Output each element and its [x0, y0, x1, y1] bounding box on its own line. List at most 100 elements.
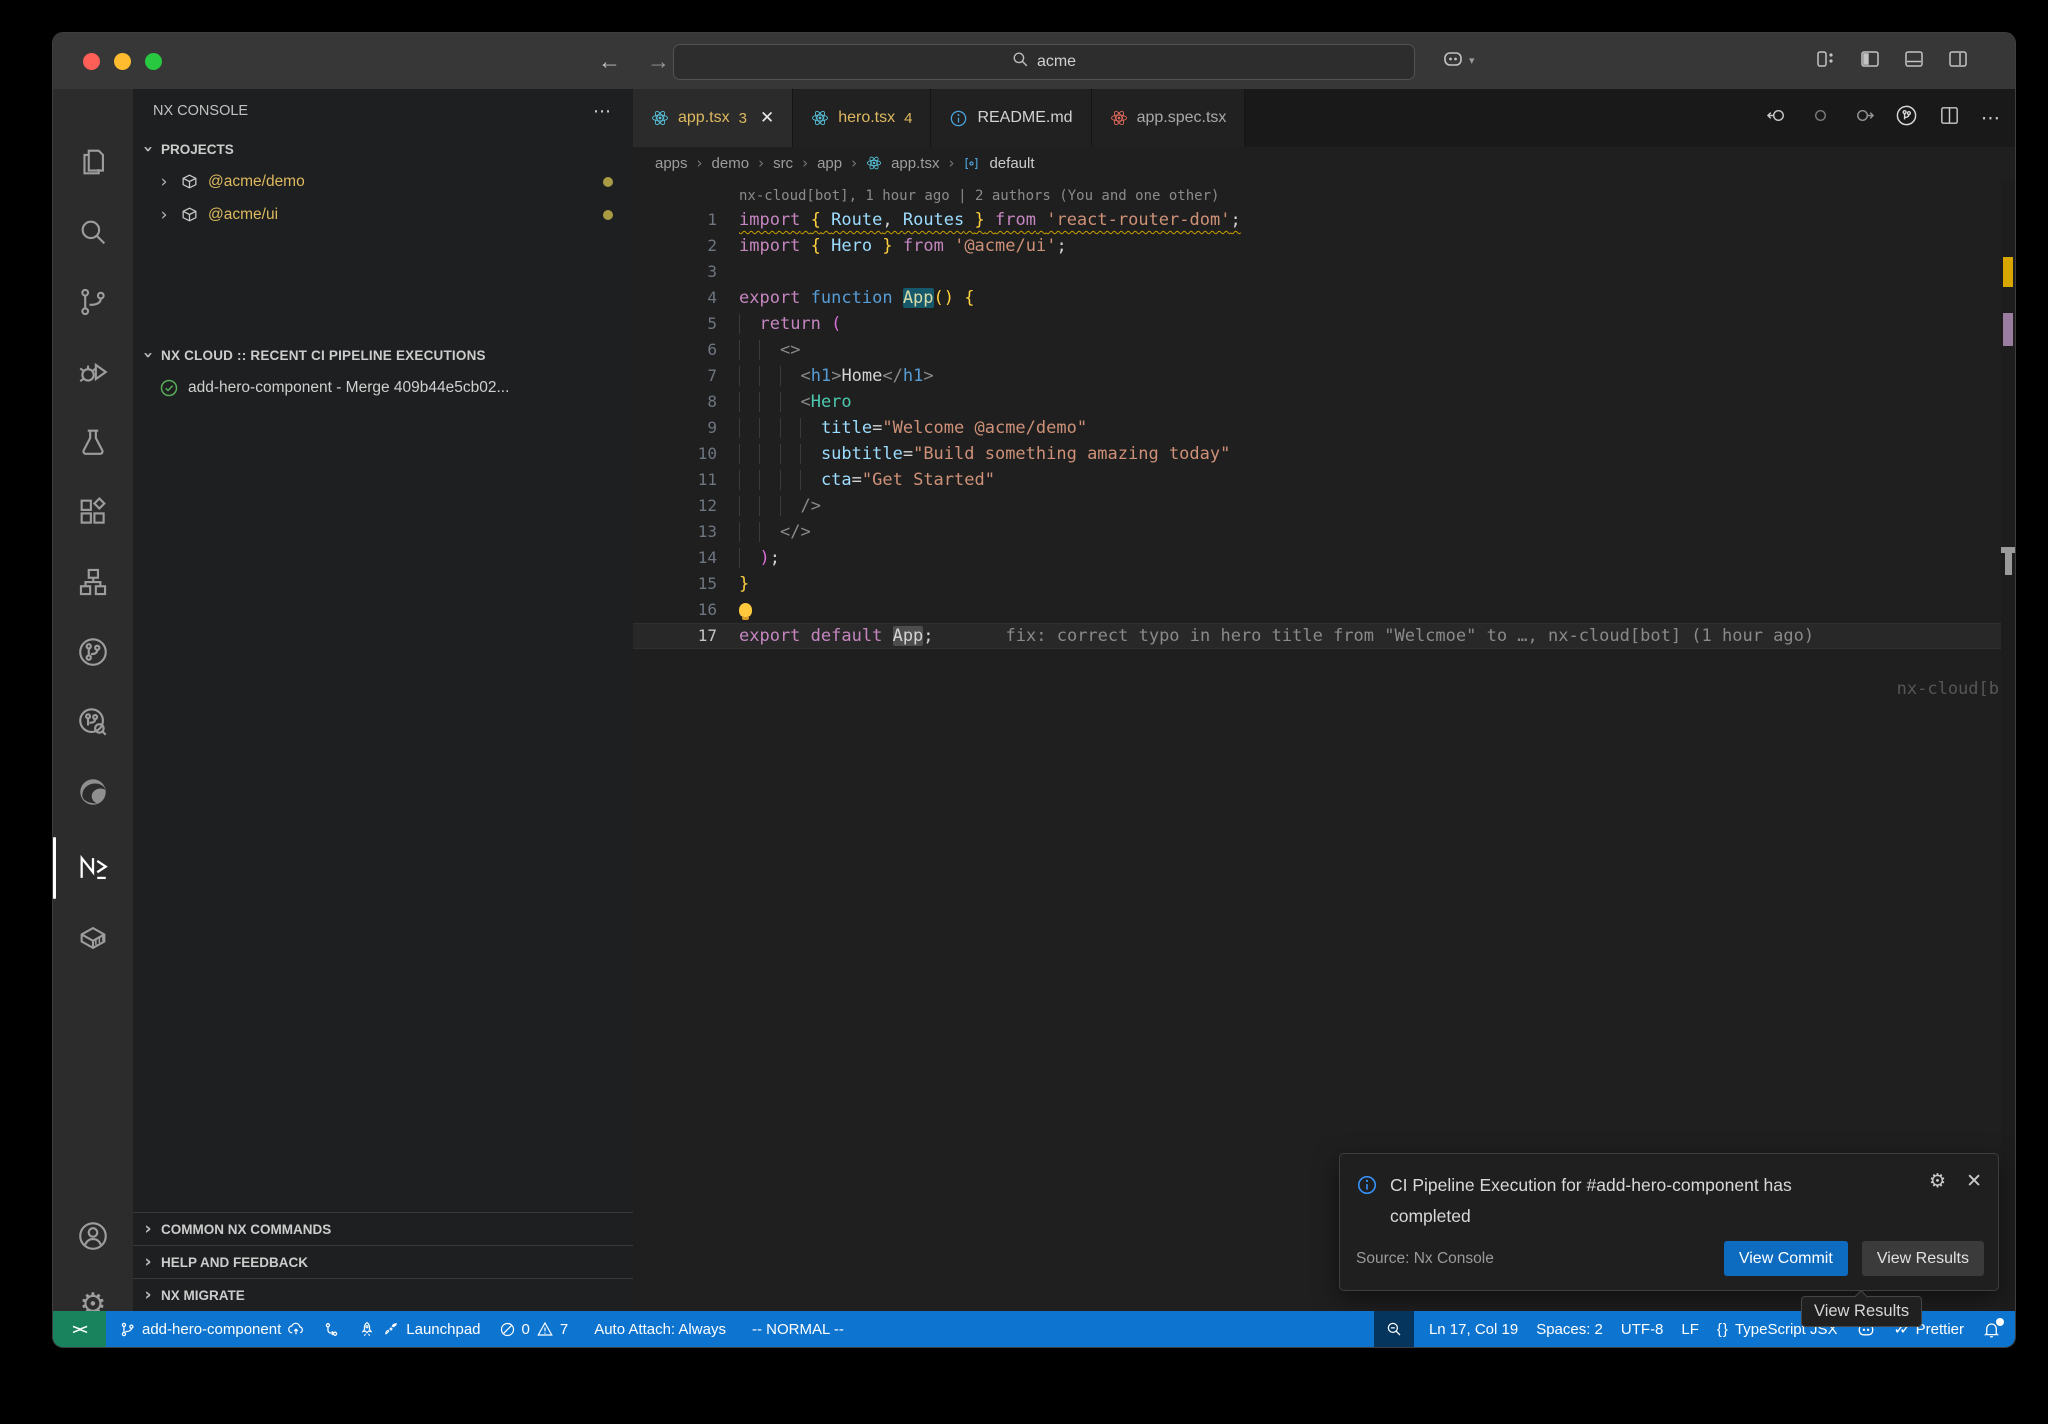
notification-close-icon[interactable]: ✕: [1966, 1170, 1982, 1232]
close-window-button[interactable]: [83, 53, 100, 70]
projects-section-header[interactable]: › PROJECTS: [133, 133, 633, 165]
code-line[interactable]: 17export default App;fix: correct typo i…: [633, 623, 2015, 649]
indentation-status-item[interactable]: Spaces: 2: [1527, 1311, 1612, 1347]
lightbulb-icon[interactable]: [739, 603, 752, 617]
project-item-acme-ui[interactable]: › @acme/ui: [133, 198, 633, 231]
hierarchy-view-icon[interactable]: [53, 555, 133, 609]
toggle-panel-icon[interactable]: [1903, 48, 1925, 75]
code-line[interactable]: 12 />: [633, 493, 2015, 519]
code-line[interactable]: 11 cta="Get Started": [633, 467, 2015, 493]
code-line[interactable]: 1import { Route, Routes } from 'react-ro…: [633, 207, 2015, 233]
container-tools-icon[interactable]: [53, 911, 133, 965]
code-token: ;: [1230, 210, 1240, 230]
minimize-window-button[interactable]: [114, 53, 131, 70]
copilot-icon: [1441, 46, 1465, 75]
common-nx-commands-section[interactable]: › COMMON NX COMMANDS: [133, 1212, 633, 1245]
auto-attach-status-item[interactable]: Auto Attach: Always: [585, 1311, 735, 1347]
code-line[interactable]: 3: [633, 259, 2015, 285]
notification-settings-icon[interactable]: ⚙: [1929, 1170, 1946, 1232]
run-debug-icon[interactable]: [53, 345, 133, 399]
tab-app-tsx[interactable]: app.tsx 3 ✕: [633, 89, 793, 147]
extensions-icon[interactable]: [53, 485, 133, 539]
forward-button[interactable]: →: [647, 48, 670, 75]
change-mark: [2003, 313, 2013, 346]
pipeline-execution-item[interactable]: add-hero-component - Merge 409b44e5cb02.…: [133, 371, 633, 404]
codelens-blame[interactable]: nx-cloud[bot], 1 hour ago | 2 authors (Y…: [633, 185, 2015, 207]
sidebar-more-actions-icon[interactable]: ⋯: [593, 101, 613, 122]
overview-ruler[interactable]: [2001, 179, 2015, 1311]
tab-app-spec-tsx[interactable]: app.spec.tsx: [1092, 89, 1246, 147]
customize-layout-icon[interactable]: [1815, 48, 1837, 75]
code-area[interactable]: nx-cloud[bot], 1 hour ago | 2 authors (Y…: [633, 179, 2015, 1311]
vim-mode-status-item[interactable]: -- NORMAL --: [743, 1311, 853, 1347]
edge-tools-icon[interactable]: [53, 765, 133, 819]
back-button[interactable]: ←: [598, 48, 621, 75]
code-token: "Build something amazing today": [913, 444, 1230, 464]
problems-badge: 3: [739, 110, 747, 127]
nx-migrate-section[interactable]: › NX MIGRATE: [133, 1278, 633, 1311]
tab-hero-tsx[interactable]: hero.tsx 4: [793, 89, 931, 147]
project-item-acme-demo[interactable]: › @acme/demo: [133, 165, 633, 198]
notifications-bell-item[interactable]: [1973, 1311, 2015, 1347]
inspect-graph-icon[interactable]: [53, 695, 133, 749]
close-tab-icon[interactable]: ✕: [760, 108, 774, 128]
breadcrumb-item[interactable]: demo: [712, 155, 750, 172]
more-actions-icon[interactable]: ⋯: [1981, 107, 2001, 130]
code-line[interactable]: 16: [633, 597, 2015, 623]
code-line[interactable]: 6 <>: [633, 337, 2015, 363]
command-center-search[interactable]: acme: [673, 44, 1415, 80]
breadcrumb-item[interactable]: default: [989, 155, 1034, 172]
breadcrumb-item[interactable]: app: [817, 155, 842, 172]
code-line[interactable]: 13 </>: [633, 519, 2015, 545]
code-line[interactable]: 10 subtitle="Build something amazing tod…: [633, 441, 2015, 467]
search-view-icon[interactable]: [53, 205, 133, 259]
cursor-position-status-item[interactable]: Ln 17, Col 19: [1420, 1311, 1527, 1347]
testing-icon[interactable]: [53, 415, 133, 469]
git-graph-status-item[interactable]: [314, 1311, 349, 1347]
problems-status-item[interactable]: 0 7: [490, 1311, 578, 1347]
remote-indicator[interactable]: ><: [53, 1311, 106, 1347]
breadcrumb-item[interactable]: apps: [655, 155, 688, 172]
source-control-icon[interactable]: [53, 275, 133, 329]
code-line[interactable]: 9 title="Welcome @acme/demo": [633, 415, 2015, 441]
nx-cloud-section-header[interactable]: › NX CLOUD :: RECENT CI PIPELINE EXECUTI…: [133, 339, 633, 371]
code-line[interactable]: 8 <Hero: [633, 389, 2015, 415]
problems-badge: 4: [904, 110, 912, 127]
help-and-feedback-section[interactable]: › HELP AND FEEDBACK: [133, 1245, 633, 1278]
code-line[interactable]: 15}: [633, 571, 2015, 597]
toggle-primary-sidebar-icon[interactable]: [1859, 48, 1881, 75]
change-dot-icon[interactable]: [1809, 104, 1832, 132]
line-number: 16: [633, 597, 739, 623]
view-results-button[interactable]: View Results: [1862, 1241, 1984, 1276]
breadcrumb-item[interactable]: app.tsx: [891, 155, 939, 172]
breadcrumb-item[interactable]: src: [773, 155, 793, 172]
code-line[interactable]: 7 <h1>Home</h1>: [633, 363, 2015, 389]
prev-change-icon[interactable]: [1766, 104, 1789, 132]
view-commit-button[interactable]: View Commit: [1724, 1241, 1848, 1276]
next-change-icon[interactable]: [1852, 104, 1875, 132]
source-control-graph-icon[interactable]: [1895, 104, 1918, 132]
code-line[interactable]: 4export function App() {: [633, 285, 2015, 311]
commit-graph-icon[interactable]: [53, 625, 133, 679]
code-line[interactable]: 14 );: [633, 545, 2015, 571]
code-line[interactable]: 5 return (: [633, 311, 2015, 337]
info-file-icon: [949, 109, 968, 128]
code-token: >: [923, 366, 933, 386]
git-branch-icon: [119, 1321, 136, 1338]
zoom-status-item[interactable]: [1374, 1311, 1414, 1347]
tab-readme-md[interactable]: README.md: [931, 89, 1091, 147]
launchpad-status-item[interactable]: Launchpad: [349, 1311, 489, 1347]
toggle-secondary-sidebar-icon[interactable]: [1947, 48, 1969, 75]
split-editor-icon[interactable]: [1938, 104, 1961, 132]
copilot-menu-button[interactable]: ▾: [1441, 46, 1475, 75]
eol-status-item[interactable]: LF: [1672, 1311, 1708, 1347]
account-icon[interactable]: [53, 1209, 133, 1263]
branch-status-item[interactable]: add-hero-component: [110, 1311, 314, 1347]
explorer-icon[interactable]: [53, 135, 133, 189]
zoom-window-button[interactable]: [145, 53, 162, 70]
code-line[interactable]: 2import { Hero } from '@acme/ui';: [633, 233, 2015, 259]
nx-console-icon[interactable]: [53, 841, 133, 895]
code-token: "Welcome @acme/demo": [882, 418, 1087, 438]
code-token: Routes: [903, 210, 964, 230]
encoding-status-item[interactable]: UTF-8: [1612, 1311, 1673, 1347]
